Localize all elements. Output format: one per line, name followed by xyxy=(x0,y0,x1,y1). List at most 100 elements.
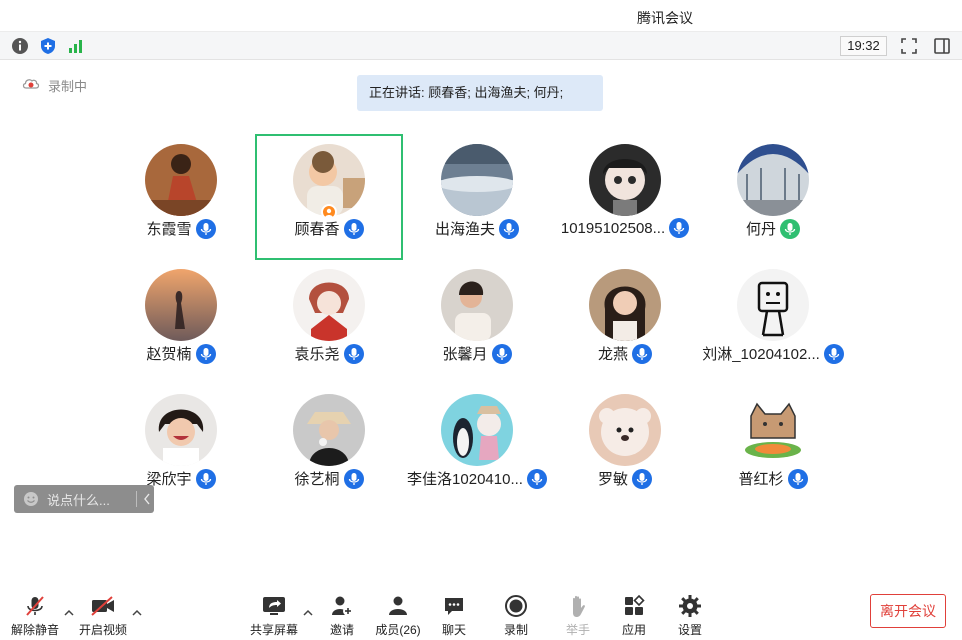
security-shield-icon[interactable] xyxy=(39,37,57,55)
avatar xyxy=(441,269,513,341)
title-bar: 腾讯会议 xyxy=(0,0,962,32)
mic-on-icon xyxy=(669,218,690,238)
avatar xyxy=(589,269,661,341)
speaking-banner: 正在讲话: 顾春香; 出海渔夫; 何丹; xyxy=(357,75,603,111)
settings-button[interactable]: 设置 xyxy=(662,594,718,638)
participant-tile[interactable]: 李佳洛1020410... xyxy=(403,384,551,504)
video-options-caret-icon[interactable] xyxy=(131,606,143,618)
leave-meeting-button[interactable]: 离开会议 xyxy=(870,594,946,628)
participant-name: 袁乐尧 xyxy=(294,346,340,363)
avatar xyxy=(589,394,661,466)
start-video-label: 开启视频 xyxy=(78,623,127,637)
top-toolbar: 19:32 xyxy=(0,32,962,60)
signal-strength-icon[interactable] xyxy=(67,37,85,55)
participant-tile[interactable]: 东霞雪 xyxy=(107,134,255,254)
avatar xyxy=(441,144,513,216)
participant-tile[interactable]: 10195102508... xyxy=(551,134,699,254)
participant-tile-active[interactable]: 顾春香 xyxy=(255,134,403,260)
members-button[interactable]: 成员(26) xyxy=(370,594,426,638)
record-label: 录制 xyxy=(503,623,528,637)
avatar xyxy=(737,394,809,466)
mic-on-icon xyxy=(195,218,216,239)
participant-name: 张馨月 xyxy=(442,346,488,363)
cloud-recording-icon xyxy=(22,76,40,95)
recording-indicator: 录制中 xyxy=(22,76,87,94)
mic-on-icon xyxy=(632,343,652,364)
avatar xyxy=(145,144,217,216)
members-label: 成员(26) xyxy=(375,623,421,637)
share-screen-label: 共享屏幕 xyxy=(249,623,298,637)
invite-user-icon xyxy=(329,594,355,618)
chat-label: 聊天 xyxy=(441,623,466,637)
raise-hand-icon xyxy=(565,594,591,618)
meeting-clock: 19:32 xyxy=(840,36,887,56)
participant-name: 普红杉 xyxy=(738,471,784,488)
participant-name: 东霞雪 xyxy=(146,221,192,238)
avatar xyxy=(293,269,365,341)
side-panel-icon[interactable] xyxy=(933,37,951,55)
record-button[interactable]: 录制 xyxy=(488,594,544,638)
mic-on-icon xyxy=(526,468,547,489)
avatar xyxy=(145,269,217,341)
mic-on-icon xyxy=(195,468,216,489)
mic-on-icon xyxy=(491,343,512,364)
share-options-caret-icon[interactable] xyxy=(302,606,314,618)
participant-name: 李佳洛1020410... xyxy=(407,471,523,488)
participant-name: 顾春香 xyxy=(294,221,340,238)
start-video-button[interactable]: 开启视频 xyxy=(75,594,131,638)
avatar xyxy=(145,394,217,466)
mic-speaking-icon xyxy=(780,218,800,239)
participant-tile[interactable]: 袁乐尧 xyxy=(255,259,403,379)
participant-tile[interactable]: 普红杉 xyxy=(699,384,847,504)
members-icon xyxy=(385,594,411,618)
participant-tile[interactable]: 徐艺桐 xyxy=(255,384,403,504)
chat-button[interactable]: 聊天 xyxy=(426,594,482,638)
mic-on-icon xyxy=(343,468,364,489)
record-icon xyxy=(503,594,529,618)
chat-bubble-icon xyxy=(441,594,467,618)
avatar xyxy=(737,144,809,216)
invite-label: 邀请 xyxy=(329,623,354,637)
fullscreen-icon[interactable] xyxy=(900,37,918,55)
participant-name: 10195102508... xyxy=(560,219,666,237)
participant-name: 何丹 xyxy=(745,221,776,238)
mic-on-icon xyxy=(343,218,364,239)
apps-grid-icon xyxy=(621,594,647,618)
participant-tile[interactable]: 龙燕 xyxy=(551,259,699,379)
mic-muted-icon xyxy=(22,594,48,618)
participant-tile[interactable]: 罗敏 xyxy=(551,384,699,504)
chat-quick-input[interactable]: 说点什么... xyxy=(14,485,154,513)
raise-hand-button[interactable]: 举手 xyxy=(550,594,606,638)
emoji-icon[interactable] xyxy=(23,491,39,507)
share-screen-icon xyxy=(261,594,287,618)
audio-options-caret-icon[interactable] xyxy=(63,606,75,618)
avatar xyxy=(737,269,809,341)
participant-tile[interactable]: 张馨月 xyxy=(403,259,551,379)
participant-name: 出海渔夫 xyxy=(434,221,495,238)
participant-name: 赵贺楠 xyxy=(146,346,192,363)
invite-button[interactable]: 邀请 xyxy=(314,594,370,638)
mic-on-icon xyxy=(823,343,844,364)
mic-on-icon xyxy=(195,343,216,364)
gear-icon xyxy=(677,594,703,618)
participant-tile[interactable]: 何丹 xyxy=(699,134,847,254)
collapse-chevron-icon[interactable] xyxy=(142,492,152,506)
info-icon[interactable] xyxy=(11,37,29,55)
participant-name: 徐艺桐 xyxy=(294,471,340,488)
window-title: 腾讯会议 xyxy=(637,10,693,26)
participant-name: 刘淋_10204102... xyxy=(702,346,820,363)
settings-label: 设置 xyxy=(677,623,702,637)
avatar xyxy=(293,394,365,466)
share-screen-button[interactable]: 共享屏幕 xyxy=(246,594,302,638)
mic-on-icon xyxy=(499,218,519,239)
avatar xyxy=(441,394,513,466)
apps-label: 应用 xyxy=(621,623,646,637)
video-off-icon xyxy=(90,594,116,618)
unmute-button[interactable]: 解除静音 xyxy=(7,594,63,638)
participant-tile[interactable]: 出海渔夫 xyxy=(403,134,551,254)
participant-tile[interactable]: 赵贺楠 xyxy=(107,259,255,379)
mic-on-icon xyxy=(343,343,364,364)
divider xyxy=(136,491,137,507)
apps-button[interactable]: 应用 xyxy=(606,594,662,638)
participant-tile[interactable]: 刘淋_10204102... xyxy=(699,259,847,379)
